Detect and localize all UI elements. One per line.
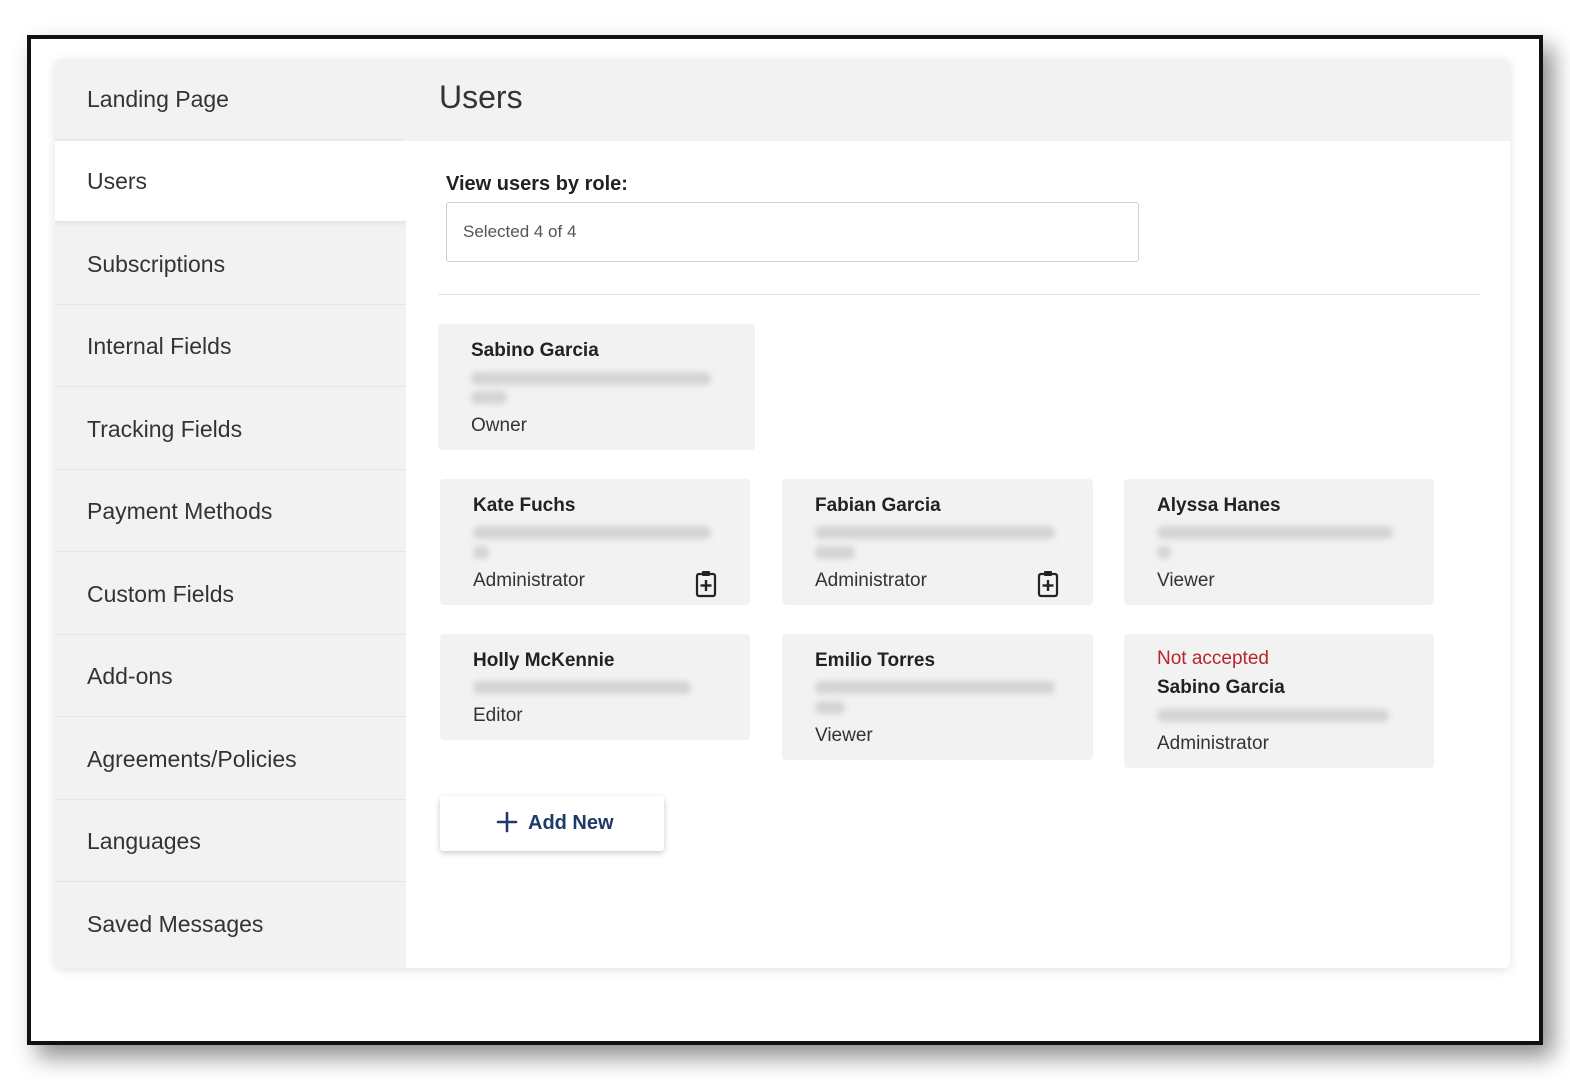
page-title: Users [439,79,523,115]
owner-card[interactable]: Sabino Garcia Owner [438,324,755,450]
sidebar-item-label: Internal Fields [87,333,232,359]
user-role: Owner [471,415,527,436]
sidebar-item-label: Users [87,168,148,194]
clipboard-plus-icon[interactable] [1037,570,1059,598]
redacted-email [815,701,845,714]
redacted-email [471,372,711,385]
user-name: Alyssa Hanes [1157,495,1281,516]
user-name: Holly McKennie [473,650,615,671]
sidebar-item-payment-methods[interactable]: Payment Methods [55,471,406,552]
status-badge: Not accepted [1157,648,1269,669]
role-filter-label: View users by role: [446,173,628,195]
sidebar-item-label: Saved Messages [87,911,264,937]
sidebar-item-label: Add-ons [87,663,173,689]
add-new-label: Add New [528,812,614,834]
user-card[interactable]: Emilio Torres Viewer [782,634,1093,760]
role-filter-select[interactable]: Selected 4 of 4 [446,202,1139,262]
sidebar-item-label: Landing Page [87,86,229,112]
user-role: Administrator [815,570,927,591]
user-name: Emilio Torres [815,650,936,671]
sidebar-item-users[interactable]: Users [55,141,406,222]
user-role: Administrator [1157,733,1269,754]
redacted-email [473,681,691,694]
user-card[interactable]: Kate Fuchs Administrator [440,479,750,605]
window-frame: Landing Page Users Subscriptions Interna… [27,35,1543,1045]
user-role: Viewer [1157,570,1215,591]
plus-icon [496,811,518,833]
sidebar-item-custom-fields[interactable]: Custom Fields [55,554,406,635]
user-name: Sabino Garcia [1157,677,1285,698]
redacted-email [1157,526,1393,539]
add-new-button[interactable]: Add New [440,796,664,851]
user-name: Fabian Garcia [815,495,941,516]
sidebar-item-landing-page[interactable]: Landing Page [55,59,406,140]
user-name: Kate Fuchs [473,495,576,516]
redacted-email [1157,709,1389,722]
clipboard-plus-icon[interactable] [695,570,717,598]
user-card[interactable]: Fabian Garcia Administrator [782,479,1093,605]
redacted-email [473,526,711,539]
user-role: Viewer [815,725,873,746]
pending-user-card[interactable]: Not accepted Sabino Garcia Administrator [1124,634,1434,768]
user-role: Administrator [473,570,585,591]
sidebar-item-languages[interactable]: Languages [55,801,406,882]
redacted-email [473,546,489,559]
user-card[interactable]: Holly McKennie Editor [440,634,750,740]
user-card[interactable]: Alyssa Hanes Viewer [1124,479,1434,605]
redacted-email [815,526,1055,539]
sidebar-item-label: Agreements/Policies [87,746,297,772]
divider [438,294,1480,295]
user-role: Editor [473,705,523,726]
sidebar-item-tracking-fields[interactable]: Tracking Fields [55,389,406,470]
user-name: Sabino Garcia [471,340,599,361]
sidebar-item-internal-fields[interactable]: Internal Fields [55,306,406,387]
sidebar-item-agreements-policies[interactable]: Agreements/Policies [55,719,406,800]
redacted-email [815,546,855,559]
sidebar-item-label: Tracking Fields [87,416,243,442]
sidebar: Landing Page Users Subscriptions Interna… [55,59,406,968]
sidebar-item-saved-messages[interactable]: Saved Messages [55,884,406,965]
sidebar-item-add-ons[interactable]: Add-ons [55,636,406,717]
sidebar-item-label: Languages [87,828,201,854]
main-content: Users View users by role: Selected 4 of … [406,59,1510,968]
redacted-email [1157,546,1171,559]
redacted-email [471,391,507,404]
sidebar-item-label: Payment Methods [87,498,273,524]
role-filter-value: Selected 4 of 4 [463,222,577,241]
page-header: Users [406,59,1510,141]
sidebar-item-label: Custom Fields [87,581,234,607]
settings-panel: Landing Page Users Subscriptions Interna… [55,59,1510,968]
sidebar-item-subscriptions[interactable]: Subscriptions [55,224,406,305]
sidebar-item-label: Subscriptions [87,251,226,277]
redacted-email [815,681,1055,694]
